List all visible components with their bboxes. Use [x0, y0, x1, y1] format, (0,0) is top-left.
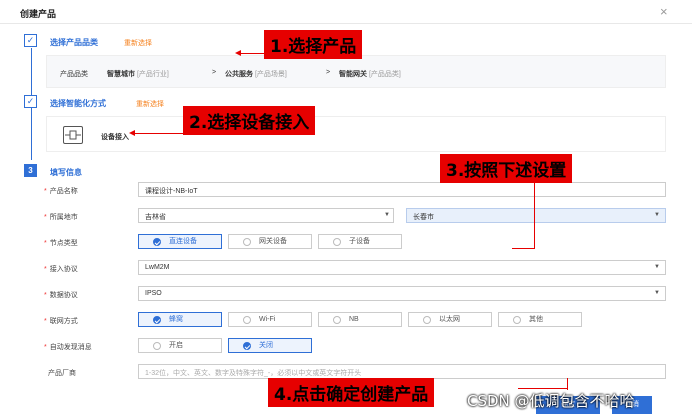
chevron-down-icon: ▼ [654, 290, 660, 296]
step1-check-icon: ✓ [24, 34, 37, 47]
step2-reselect-link[interactable]: 重新选择 [136, 99, 164, 109]
csdn-watermark: CSDN @低调包含不哈哈 [467, 392, 635, 410]
auto-discovery-label: * 自动发现消息 [44, 344, 92, 351]
radio-icon [243, 238, 251, 246]
radio-icon [423, 316, 431, 324]
annotation-arrow-head [129, 130, 135, 136]
province-select[interactable]: 吉林省 [138, 208, 394, 223]
city-select[interactable]: 长春市 [406, 208, 666, 223]
step1-reselect-link[interactable]: 重新选择 [124, 38, 152, 48]
annotation-arrow-head [235, 50, 241, 56]
annotation-arrow [240, 53, 266, 54]
network-ethernet[interactable]: 以太网 [408, 312, 492, 327]
node-type-subdevice[interactable]: 子设备 [318, 234, 402, 249]
annotation-line [518, 388, 568, 389]
radio-checked-icon [153, 316, 161, 324]
annotation-step1: 1.选择产品 [264, 30, 363, 59]
annotation-line [567, 378, 568, 390]
breadcrumb-sep: > [212, 69, 217, 76]
radio-checked-icon [153, 238, 161, 246]
data-protocol-label: * 数据协议 [44, 292, 78, 299]
product-name-input[interactable]: 课程设计-NB-IoT [138, 182, 666, 197]
category-label: 产品品类 [60, 71, 88, 78]
annotation-step3: 3.按照下述设置 [440, 154, 573, 183]
auto-discovery-off[interactable]: 关闭 [228, 338, 312, 353]
dialog-title: 创建产品 [20, 9, 57, 19]
close-icon[interactable]: × [660, 4, 668, 19]
auto-discovery-on[interactable]: 开启 [138, 338, 222, 353]
node-type-direct[interactable]: 直连设备 [138, 234, 222, 249]
node-type-label: * 节点类型 [44, 240, 78, 247]
radio-icon [333, 238, 341, 246]
radio-icon [513, 316, 521, 324]
annotation-line [512, 248, 535, 249]
access-protocol-select[interactable]: LwM2M [138, 260, 666, 275]
annotation-step4: 4.点击确定创建产品 [268, 378, 435, 407]
category-breadcrumb-box: 产品品类 智慧城市 [产品行业] > 公共服务 [产品场景] > 智能网关 [产… [46, 55, 666, 88]
network-nb[interactable]: NB [318, 312, 402, 327]
radio-icon [153, 342, 161, 350]
node-type-gateway[interactable]: 网关设备 [228, 234, 312, 249]
breadcrumb-scene: 公共服务 [产品场景] [225, 71, 287, 78]
radio-icon [333, 316, 341, 324]
chevron-down-icon: ▼ [384, 212, 390, 218]
manufacturer-label: 产品厂商 [48, 370, 76, 377]
network-wifi[interactable]: Wi-Fi [228, 312, 312, 327]
radio-checked-icon [243, 342, 251, 350]
step2-check-icon: ✓ [24, 95, 37, 108]
product-name-label: * 产品名称 [44, 188, 78, 195]
manufacturer-input[interactable]: 1-32位，中文、英文、数字及特殊字符_-，必须以中文或英文字符开头 [138, 364, 666, 379]
data-protocol-select[interactable]: IPSO [138, 286, 666, 301]
annotation-step2: 2.选择设备接入 [183, 106, 316, 135]
access-method-box: 设备接入 [46, 116, 666, 152]
device-access-label[interactable]: 设备接入 [101, 132, 129, 142]
chevron-down-icon: ▼ [654, 264, 660, 270]
network-cellular[interactable]: 蜂窝 [138, 312, 222, 327]
breadcrumb-industry: 智慧城市 [产品行业] [107, 71, 169, 78]
chevron-down-icon: ▼ [654, 212, 660, 218]
step3-number: 3 [24, 164, 37, 177]
network-other[interactable]: 其他 [498, 312, 582, 327]
dialog-header: 创建产品 × [0, 0, 692, 24]
annotation-line [534, 178, 535, 248]
breadcrumb-category: 智能网关 [产品品类] [339, 71, 401, 78]
step1-title: 选择产品品类 [50, 38, 98, 47]
step2-title: 选择智能化方式 [50, 99, 106, 108]
region-label: * 所属地市 [44, 214, 78, 221]
step3-title: 填写信息 [50, 168, 82, 177]
breadcrumb-sep: > [326, 69, 331, 76]
access-protocol-label: * 接入协议 [44, 266, 78, 273]
annotation-arrow [134, 133, 184, 134]
network-label: * 联网方式 [44, 318, 78, 325]
device-access-icon[interactable] [63, 126, 83, 144]
radio-icon [243, 316, 251, 324]
